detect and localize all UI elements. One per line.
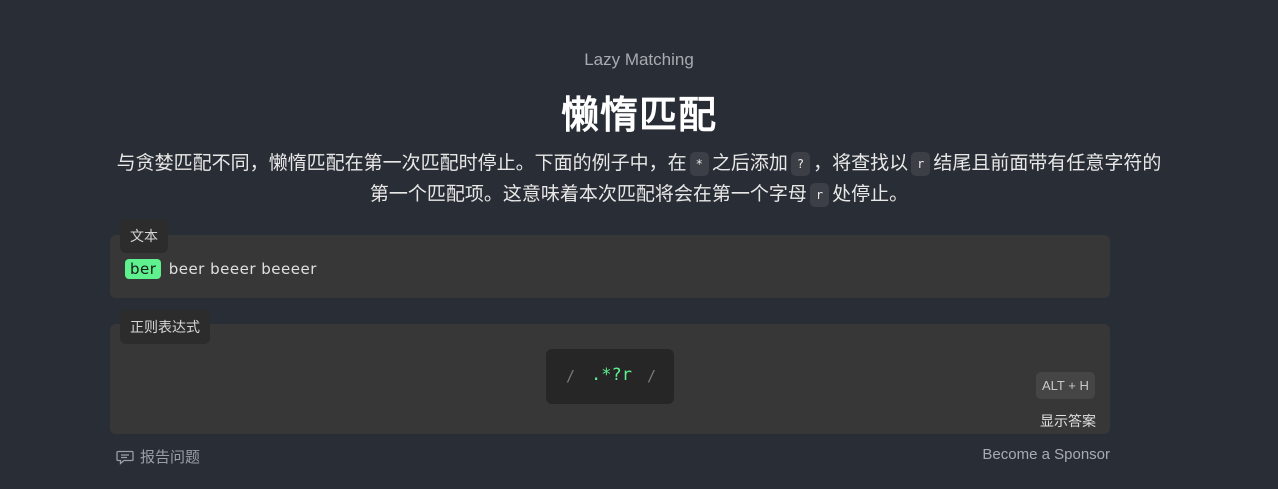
lesson-description: 与贪婪匹配不同，懒惰匹配在第一次匹配时停止。下面的例子中，在 * 之后添加? ，将查找… (110, 148, 1168, 210)
code-token-r: r (911, 152, 931, 176)
lesson-subtitle: Lazy Matching (584, 50, 694, 69)
text-panel-label: 文本 (120, 219, 168, 253)
report-issue-link[interactable]: 报告问题 (116, 446, 200, 467)
report-issue-label: 报告问题 (140, 448, 201, 466)
regex-slash-close: / (647, 367, 657, 385)
description-text: 与贪婪匹配不同，懒惰匹配在第一次匹配时停止。下面的例子中，在 (116, 152, 687, 174)
show-answer-shortcut[interactable]: ALT + H (1036, 372, 1095, 399)
sample-text: ber beer beeer beeeer (125, 259, 317, 279)
code-token-r: r (809, 183, 830, 207)
code-token-star: * (689, 152, 709, 176)
regex-panel-label: 正则表达式 (120, 310, 210, 344)
sample-text-rest: beer beeer beeeer (168, 260, 317, 278)
regex-input[interactable]: .*?r (591, 365, 641, 385)
text-panel: ber beer beeer beeeer (110, 235, 1110, 298)
regex-panel: / .*?r / ALT + H 显示答案 (110, 324, 1110, 434)
comment-icon (116, 450, 134, 465)
lesson-title: 懒惰匹配 (560, 93, 717, 137)
description-text: 之后添加 (711, 152, 788, 174)
match-highlight: ber (125, 259, 162, 279)
description-text: ，将查找以 (813, 152, 909, 174)
regex-input-box[interactable]: / .*?r / (546, 349, 674, 404)
regex-slash-open: / (566, 367, 576, 385)
code-token-question: ? (790, 152, 811, 176)
show-answer-button[interactable]: 显示答案 (1040, 411, 1096, 431)
description-text: 处停止。 (832, 183, 909, 205)
sponsor-link[interactable]: Become a Sponsor (982, 446, 1110, 463)
page: Lazy Matching 懒惰匹配 与贪婪匹配不同，懒惰匹配在第一次匹配时停止… (0, 0, 1278, 489)
